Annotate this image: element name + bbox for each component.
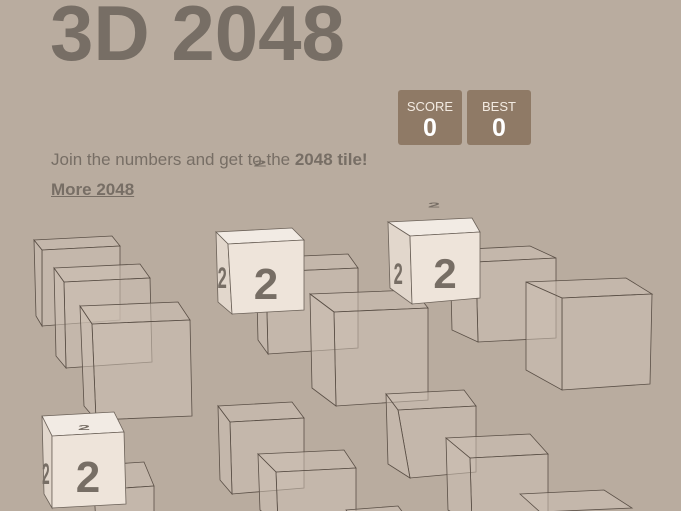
tile-value: 2	[433, 250, 456, 297]
tile-value: 2	[76, 453, 100, 502]
empty-cell	[79, 301, 193, 422]
tile-2: 2 2 2	[41, 411, 127, 510]
empty-cell	[257, 449, 357, 511]
tile-value-side: 2	[394, 258, 403, 291]
tile-value-top: 2	[428, 201, 440, 209]
tile-value: 2	[254, 260, 278, 309]
empty-cell	[519, 489, 634, 511]
tile-2: 2 2 2	[215, 159, 305, 315]
tile-value-top: 2	[253, 159, 266, 168]
game-page: 3D 2048 SCORE 0 BEST 0 Join the numbers …	[0, 0, 681, 511]
tile-2: 2 2 2	[386, 201, 481, 305]
game-board-3d[interactable]: 2 2 2 2 2 2 2 2 2	[0, 0, 681, 511]
tile-value-side: 2	[218, 262, 227, 295]
empty-cell	[525, 277, 654, 391]
tile-value-side: 2	[42, 457, 50, 491]
empty-cell	[308, 289, 429, 407]
tile-value-top: 2	[78, 423, 90, 431]
